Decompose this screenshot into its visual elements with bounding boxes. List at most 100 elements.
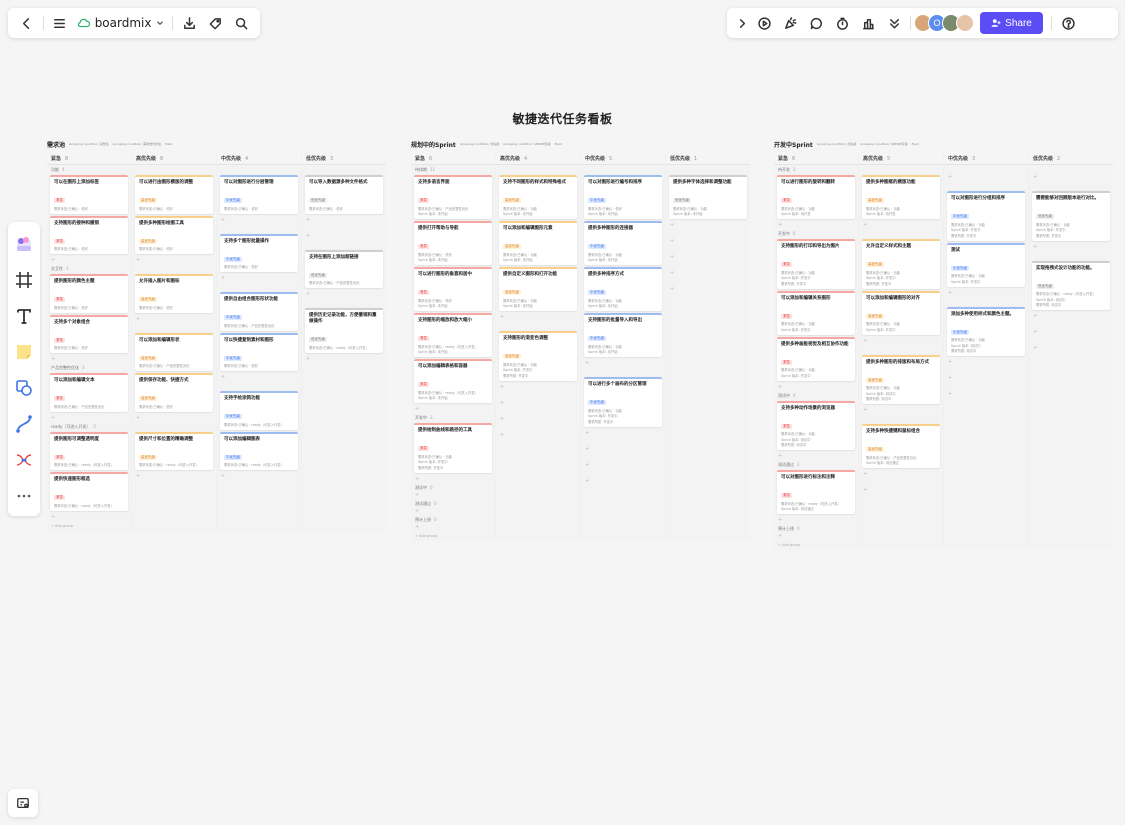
task-card[interactable]: 提供多种字体选择和调整功能 低优先级 需求状态:已确认 · 功能 Sprint 版本:…	[669, 175, 747, 219]
group-header[interactable]: 开发中 3	[411, 413, 495, 421]
add-card-button[interactable]: +	[1029, 328, 1113, 336]
task-card[interactable]: 提供多种排序方式 中优先级 需求状态:已确认 · 功能 Sprint 版本: 未开始	[584, 267, 662, 311]
add-card-button[interactable]: +	[496, 313, 580, 321]
shape-icon[interactable]	[10, 370, 38, 406]
grouping-condition[interactable]: Grouping condition: 需求迭代状态	[113, 142, 162, 146]
add-card-button[interactable]: +	[411, 523, 495, 531]
add-card-button[interactable]: +	[47, 355, 131, 363]
group-header[interactable]	[581, 453, 665, 461]
group-header[interactable]	[944, 165, 1028, 173]
group-header[interactable]	[944, 297, 1028, 305]
column-header[interactable]: 低优先级 2	[1029, 153, 1113, 165]
task-card[interactable]: 可以进行多个画布的分区管理 中优先级 需求状态:已确认 · 功能 Sprint 版本:…	[584, 377, 662, 427]
group-header[interactable]: 测试通过 2	[774, 460, 858, 468]
task-card[interactable]: 提供绘制曲线和路径的工具 紧急 需求状态:已确认 · 功能 Sprint 版本: 开发…	[414, 423, 492, 473]
search-icon[interactable]	[228, 10, 254, 36]
group-header[interactable]	[302, 240, 386, 248]
column-header[interactable]: 中优先级 3	[944, 153, 1028, 165]
task-card[interactable]: 可以进行图形的垂直和居中 紧急 需求状态:已确认 · 低好 Sprint 版本: 未开…	[414, 267, 492, 311]
add-card-button[interactable]: +	[1029, 344, 1113, 352]
group-header[interactable]	[1029, 251, 1113, 259]
column-header[interactable]: 紧急 6	[411, 153, 495, 165]
group-header[interactable]	[859, 229, 943, 237]
task-card[interactable]: 提供图形的颜色主题 紧急 需求状态:已确认 · 低好	[50, 274, 128, 313]
text-icon[interactable]	[10, 298, 38, 334]
task-card[interactable]: 可以对图形进行分层管理 中优先级 需求状态:已确认 · 低好	[220, 175, 298, 214]
group-header[interactable]	[217, 381, 301, 389]
add-card-button[interactable]: +	[47, 414, 131, 422]
column-header[interactable]: 紧急 8	[47, 153, 131, 165]
group-header[interactable]: 交互性 3	[47, 264, 131, 272]
task-card[interactable]: 可以快捷复制素材和图形 中优先级 需求状态:已确认 · 低好	[220, 332, 298, 371]
share-button[interactable]: Share	[980, 12, 1043, 34]
add-card-button[interactable]: +	[581, 359, 665, 367]
grouping-condition[interactable]: Field	[912, 142, 919, 146]
add-card-button[interactable]: +	[411, 491, 495, 499]
add-card-button[interactable]: +	[859, 337, 943, 345]
group-header[interactable]	[1029, 181, 1113, 189]
group-header[interactable]	[944, 181, 1028, 189]
group-header[interactable]: 待开发 2	[774, 165, 858, 173]
add-card-button[interactable]: +	[944, 374, 1028, 382]
group-header[interactable]	[496, 165, 580, 173]
add-card-button[interactable]: +	[217, 274, 301, 282]
task-card[interactable]: 支持手绘涂鸦功能 中优先级 需求状态:已确认 · ready（可进入开发）	[220, 391, 298, 430]
group-header[interactable]	[217, 165, 301, 173]
help-icon[interactable]	[1055, 10, 1081, 36]
play-icon[interactable]	[751, 10, 777, 36]
task-card[interactable]: 测试 中优先级 需求状态:已确认 · 功能 Sprint 版本: 开发中	[947, 242, 1025, 287]
group-header[interactable]	[859, 345, 943, 353]
add-card-button[interactable]: +	[132, 256, 216, 264]
add-card-button[interactable]: +	[581, 477, 665, 485]
group-header[interactable]	[859, 478, 943, 486]
tag-icon[interactable]	[202, 10, 228, 36]
add-card-button[interactable]: +	[496, 399, 580, 407]
add-card-button[interactable]: +	[666, 253, 750, 261]
add-card-button[interactable]: +	[944, 173, 1028, 181]
column-header[interactable]: 高优先级 5	[859, 153, 943, 165]
add-group-button[interactable]: + Add group	[47, 521, 131, 531]
add-card-button[interactable]: +	[944, 390, 1028, 398]
task-card[interactable]: 支持多语言界面 紧急 需求状态:已确认 · 产品完整性优化 Sprint 版本: 未开…	[414, 175, 492, 219]
board-grouping-meta[interactable]: Grouping condition: 优先级 Grouping conditio…	[817, 142, 923, 146]
add-card-button[interactable]: +	[496, 383, 580, 391]
task-card[interactable]: 可以添加和编辑图形元素 高优先级 需求状态:已确认 · 功能 Sprint 版本: 未…	[499, 221, 577, 265]
add-card-button[interactable]: +	[132, 315, 216, 323]
group-header[interactable]	[581, 367, 665, 375]
add-card-button[interactable]: +	[302, 355, 386, 363]
add-card-button[interactable]: +	[666, 221, 750, 229]
group-header[interactable]	[859, 414, 943, 422]
task-card[interactable]: 提供图形可调整透明度 紧急 需求状态:已确认 · ready（可进入开发）	[50, 431, 128, 470]
task-card[interactable]: 支持多个对象组合 紧急 需求状态:已确认 · 低好	[50, 314, 128, 353]
task-card[interactable]: 允许插入图片和图标 高优先级 需求状态:已确认 · 低好	[135, 274, 213, 313]
task-card[interactable]: 允许自定义样式和主题 高优先级 需求状态:已确认 · 功能 Sprint 版本: 开发…	[862, 239, 940, 289]
column-header[interactable]: 中优先级 5	[581, 153, 665, 165]
add-card-button[interactable]: +	[859, 486, 943, 494]
task-card[interactable]: 可以添加和编辑形状 高优先级 需求状态:已确认 · 产品完整性优化	[135, 332, 213, 371]
task-card[interactable]: 提供多种图形的排版和布局方式 高优先级 需求状态:已确认 · 功能 Sprint 版本…	[862, 354, 940, 404]
add-card-button[interactable]: +	[132, 472, 216, 480]
group-header[interactable]: 测试中 4	[774, 391, 858, 399]
column-header[interactable]: 中优先级 4	[217, 153, 301, 165]
group-header[interactable]: ready（可进入开发） 5	[47, 422, 131, 430]
add-card-button[interactable]: +	[302, 232, 386, 240]
add-card-button[interactable]: +	[411, 475, 495, 483]
task-card[interactable]: 提供多种画板视觉及相互协作功能 紧急 需求状态:已确认 · 功能 Sprint 版本:…	[777, 336, 855, 381]
vote-icon[interactable]	[855, 10, 881, 36]
task-card[interactable]: 支持多种快捷键和鼠标组合 高优先级 需求状态:已确认 · 产品完整性优化 Sprint…	[862, 424, 940, 468]
add-card-button[interactable]: +	[774, 532, 858, 540]
more-icon[interactable]	[881, 10, 907, 36]
task-card[interactable]: 提供历史记录功能，方便撤销和重做操作 低优先级 需求状态:已确认 · ready（可…	[305, 308, 383, 353]
group-header[interactable]	[944, 382, 1028, 390]
add-card-button[interactable]: +	[411, 405, 495, 413]
group-header[interactable]	[496, 407, 580, 415]
add-card-button[interactable]: +	[581, 445, 665, 453]
task-card[interactable]: 可以对图形进行分组和排序 中优先级 需求状态:已确认 · 功能 Sprint 版本: …	[947, 191, 1025, 241]
task-card[interactable]: 实现拖拽式设计功能的功能。 低优先级 需求状态:已确认 · ready（可进入开发）…	[1032, 260, 1110, 310]
grouping-condition[interactable]: Field	[165, 142, 172, 146]
task-card[interactable]: 提供打开帮助与导航 紧急 需求状态:已确认 · 低好 Sprint 版本: 未开始	[414, 221, 492, 265]
add-card-button[interactable]: +	[581, 461, 665, 469]
task-card[interactable]: 可以添加和编辑文本 紧急 需求状态:已确认 · 产品完整性优化	[50, 373, 128, 412]
task-card[interactable]: 支持图形的打印和导出为图片 紧急 需求状态:已确认 · 功能 Sprint 版本: 开…	[777, 239, 855, 289]
column-header[interactable]: 紧急 6	[774, 153, 858, 165]
